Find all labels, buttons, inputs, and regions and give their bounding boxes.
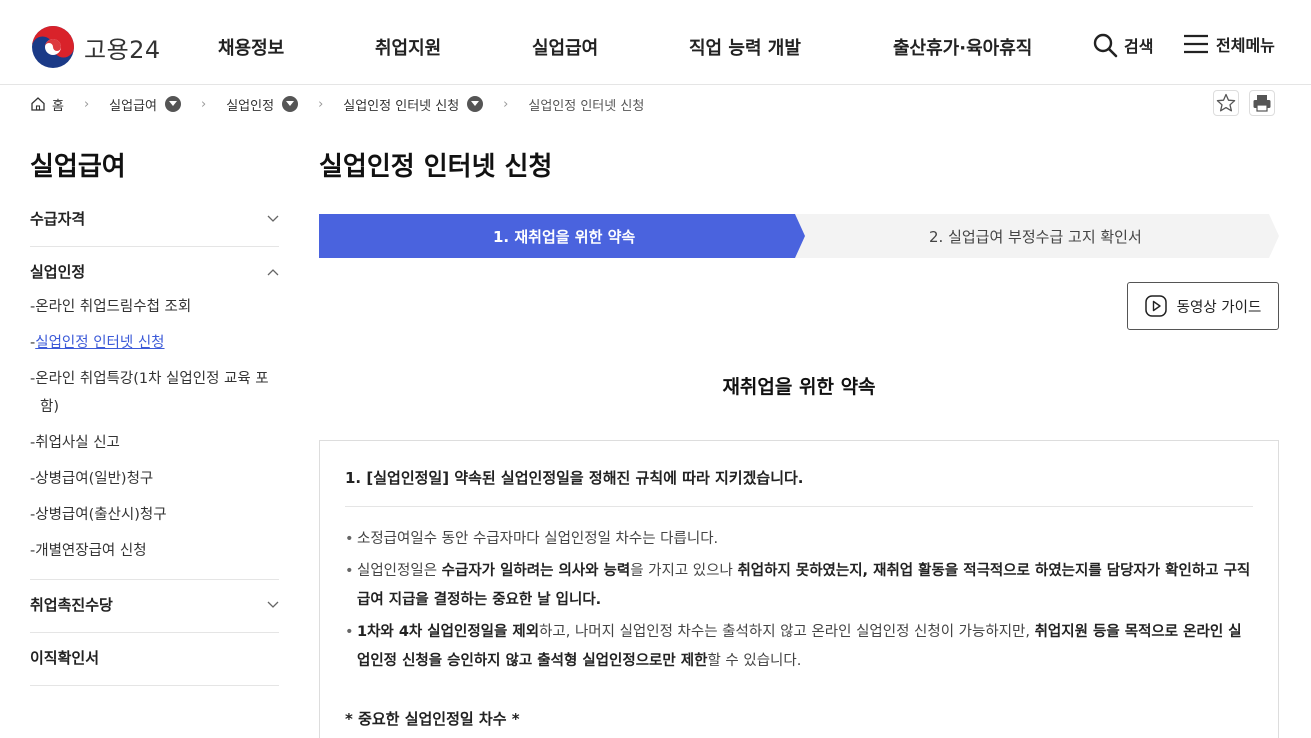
chevron-right-icon: › (83, 96, 90, 112)
breadcrumb-home[interactable]: 홈 (30, 95, 64, 114)
site-logo[interactable]: 고용24 (30, 24, 161, 70)
agreement-box: 1. [실업인정일] 약속된 실업인정일을 정해진 규칙에 따라 지키겠습니다.… (319, 440, 1279, 738)
bullet-item: 실업인정일은 수급자가 일하려는 의사와 능력을 가지고 있으나 취업하지 못하… (345, 557, 1253, 615)
taegeuk-logo-icon (32, 26, 74, 68)
step-indicator: 1. 재취업을 위한 약속 2. 실업급여 부정수급 고지 확인서 (319, 214, 1279, 258)
bullet-emphasis: 수급자가 일하려는 의사와 능력 (441, 563, 631, 579)
breadcrumb: 홈 › 실업급여 › 실업인정 › 실업인정 인터넷 신청 › 실업인정 인터넷… (30, 92, 644, 116)
dropdown-toggle-icon[interactable] (282, 96, 299, 112)
breadcrumb-item-label: 실업인정 인터넷 신청 (343, 98, 460, 114)
bullet-emphasis: 1차와 4차 실업인정일을 제외 (357, 624, 540, 640)
printer-icon (1253, 95, 1271, 112)
sidebar-item-online-lecture[interactable]: -온라인 취업특강(1차 실업인정 교육 포함) (30, 365, 279, 421)
bullet-text: 을 가지고 있으나 (630, 563, 738, 579)
agreement-item-title: 1. [실업인정일] 약속된 실업인정일을 정해진 규칙에 따라 지키겠습니다. (345, 467, 1253, 507)
nav-item-unemployment-benefit[interactable]: 실업급여 (532, 34, 598, 60)
play-icon (1144, 295, 1167, 317)
sidebar-nav: 수급자격 실업인정 -온라인 취업드림수첩 조회 -실업인정 인터넷 신청 -온… (30, 194, 279, 686)
nav-item-jobs[interactable]: 채용정보 (218, 34, 284, 60)
sidebar-group-label: 이직확인서 (30, 649, 100, 667)
favorite-button[interactable] (1213, 90, 1239, 116)
search-button[interactable]: 검색 (1092, 32, 1153, 58)
chevron-down-icon (267, 215, 279, 222)
sidebar-group-label: 취업촉진수당 (30, 596, 113, 614)
step-2-label: 2. 실업급여 부정수급 고지 확인서 (929, 228, 1142, 246)
page-tools (1213, 90, 1275, 116)
video-guide-label: 동영상 가이드 (1176, 299, 1262, 316)
step-1-label: 1. 재취업을 위한 약속 (493, 228, 636, 246)
nav-item-employment-support[interactable]: 취업지원 (375, 34, 441, 60)
sidebar-group-recognition[interactable]: 실업인정 -온라인 취업드림수첩 조회 -실업인정 인터넷 신청 -온라인 취업… (30, 247, 279, 580)
breadcrumb-home-label: 홈 (52, 98, 64, 114)
print-button[interactable] (1249, 90, 1275, 116)
bullet-item: 소정급여일수 동안 수급자마다 실업인정일 차수는 다릅니다. (345, 525, 1253, 554)
sidebar-submenu: -온라인 취업드림수첩 조회 -실업인정 인터넷 신청 -온라인 취업특강(1차… (30, 285, 279, 565)
chevron-right-icon: › (318, 96, 324, 112)
chevron-right-icon: › (503, 96, 509, 112)
breadcrumb-item-label: 실업인정 (226, 98, 275, 114)
sidebar-group-separation-certificate[interactable]: 이직확인서 (30, 633, 279, 686)
bullet-text: 실업인정일은 (357, 563, 442, 579)
sidebar-group-label: 수급자격 (30, 210, 86, 228)
important-heading: * 중요한 실업인정일 차수 * (345, 710, 520, 728)
search-label: 검색 (1124, 37, 1154, 56)
dropdown-toggle-icon[interactable] (467, 96, 484, 112)
chevron-down-icon (267, 601, 279, 608)
sidebar-item-internet-application[interactable]: -실업인정 인터넷 신청 (30, 329, 279, 357)
agreement-bullet-list: 소정급여일수 동안 수급자마다 실업인정일 차수는 다릅니다. 실업인정일은 수급… (345, 507, 1253, 676)
breadcrumb-item-unemployment-recognition[interactable]: 실업인정 (226, 95, 299, 114)
breadcrumb-item-label: 실업급여 (109, 98, 158, 114)
section-heading: 재취업을 위한 약속 (722, 376, 876, 398)
bullet-text: 하고, 나머지 실업인정 차수는 출석하지 않고 온라인 실업인정 신청이 가능… (539, 624, 1035, 640)
sidebar-title: 실업급여 (30, 152, 126, 182)
breadcrumb-item-unemployment-benefit[interactable]: 실업급여 (109, 95, 182, 114)
hamburger-menu-icon (1184, 34, 1208, 54)
bullet-item: 1차와 4차 실업인정일을 제외하고, 나머지 실업인정 차수는 출석하지 않고… (345, 618, 1253, 676)
chevron-up-icon (267, 269, 279, 276)
star-icon (1216, 93, 1236, 112)
sidebar-item-online-jobdream[interactable]: -온라인 취업드림수첩 조회 (30, 293, 279, 321)
logo-text: 고용24 (84, 35, 161, 64)
sidebar-item-extended-benefit[interactable]: -개별연장급여 신청 (30, 537, 279, 565)
sidebar-item-sickness-benefit-general[interactable]: -상병급여(일반)청구 (30, 465, 279, 493)
nav-item-parental-leave[interactable]: 출산휴가·육아휴직 (893, 34, 1032, 60)
sidebar-group-label: 실업인정 (30, 263, 86, 281)
chevron-right-icon: › (201, 96, 207, 112)
all-menu-label: 전체메뉴 (1216, 36, 1275, 55)
search-icon (1093, 33, 1118, 58)
sidebar-item-employment-report[interactable]: -취업사실 신고 (30, 429, 279, 457)
site-header: 고용24 채용정보 취업지원 실업급여 직업 능력 개발 출산휴가·육아휴직 검… (0, 0, 1311, 85)
bullet-text: 할 수 있습니다. (707, 653, 802, 669)
dropdown-toggle-icon[interactable] (165, 96, 182, 112)
sidebar-item-sickness-benefit-childbirth[interactable]: -상병급여(출산시)청구 (30, 501, 279, 529)
page-title: 실업인정 인터넷 신청 (319, 152, 553, 182)
home-icon (31, 97, 45, 111)
video-guide-button[interactable]: 동영상 가이드 (1127, 282, 1279, 330)
breadcrumb-item-internet-application[interactable]: 실업인정 인터넷 신청 (343, 95, 484, 114)
nav-item-vocational-training[interactable]: 직업 능력 개발 (689, 34, 801, 60)
bullet-text: 소정급여일수 동안 수급자마다 실업인정일 차수는 다릅니다. (357, 531, 719, 547)
all-menu-button[interactable]: 전체메뉴 (1182, 32, 1275, 56)
sidebar-group-promotion-allowance[interactable]: 취업촉진수당 (30, 580, 279, 633)
sidebar-group-eligibility[interactable]: 수급자격 (30, 194, 279, 247)
breadcrumb-current: 실업인정 인터넷 신청 (528, 98, 645, 114)
